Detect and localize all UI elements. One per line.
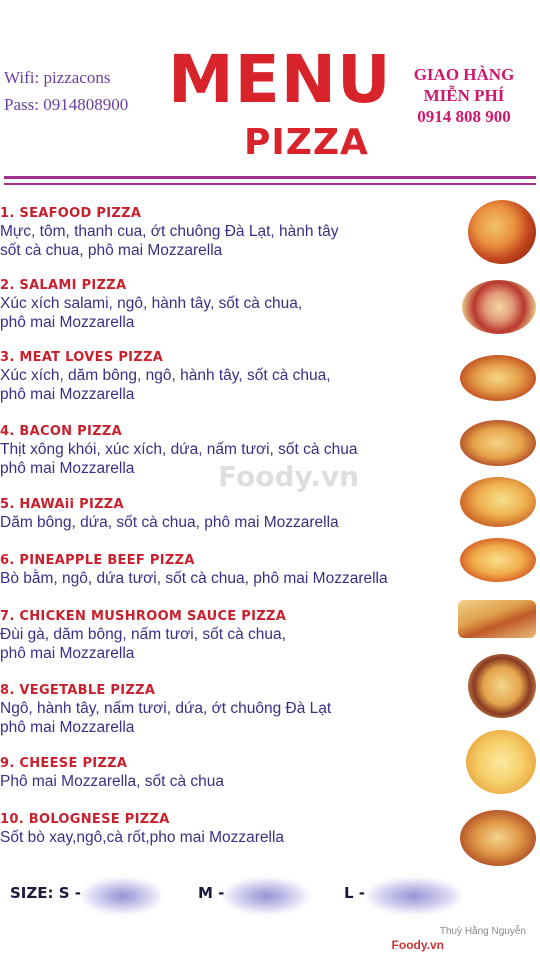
wifi-info: Wifi: pizzacons Pass: 0914808900: [4, 64, 128, 118]
size-s-label: SIZE: S -: [10, 884, 81, 902]
delivery-info: GIAO HÀNG MIỄN PHÍ 0914 808 900: [394, 64, 534, 127]
menu-item: 9. CHEESE PIZZA Phô mai Mozzarella, sốt …: [0, 756, 460, 791]
foody-logo: Foody.vn: [391, 938, 444, 952]
menu-item: 8. VEGETABLE PIZZA Ngô, hành tây, nấm tư…: [0, 683, 460, 737]
item-desc: Dăm bông, dứa, sốt cà chua, phô mai Mozz…: [0, 514, 339, 531]
wifi-name: Wifi: pizzacons: [4, 68, 111, 87]
item-desc: Bò bằm, ngô, dứa tươi, sốt cà chua, phô …: [0, 570, 388, 587]
delivery-line2: MIỄN PHÍ: [423, 86, 505, 105]
item-desc: phô mai Mozzarella: [0, 645, 135, 662]
item-name: 1. SEAFOOD PIZZA: [0, 206, 142, 221]
item-desc: phô mai Mozzarella: [0, 719, 135, 736]
menu-item: 5. HAWAii PIZZA Dăm bông, dứa, sốt cà ch…: [0, 497, 460, 532]
item-desc: Đùi gà, dăm bông, nấm tươi, sốt cà chua,: [0, 626, 286, 643]
item-name: 6. PINEAPPLE BEEF PIZZA: [0, 553, 195, 568]
menu-subtitle: PIZZA: [244, 122, 369, 163]
size-row: SIZE: S - M - L -: [10, 878, 530, 918]
chicken-mushroom-pizza-image: [458, 600, 536, 638]
item-desc: Ngô, hành tây, nấm tươi, dứa, ớt chuông …: [0, 700, 332, 717]
hawaii-pizza-image: [460, 477, 536, 527]
size-l-label: L -: [344, 884, 366, 902]
divider-bottom: [4, 183, 536, 185]
photo-credit: Thuỳ Hằng Nguyễn: [439, 926, 526, 937]
item-name: 5. HAWAii PIZZA: [0, 497, 124, 512]
menu-item: 6. PINEAPPLE BEEF PIZZA Bò bằm, ngô, dứa…: [0, 553, 460, 588]
item-name: 9. CHEESE PIZZA: [0, 756, 128, 771]
bolognese-pizza-image: [460, 810, 536, 866]
item-desc: Thịt xông khói, xúc xích, dứa, nấm tươi,…: [0, 441, 358, 458]
item-desc: Phô mai Mozzarella, sốt cà chua: [0, 773, 224, 790]
pineapple-beef-pizza-image: [460, 538, 536, 582]
size-s-price-blurred: [82, 878, 162, 914]
size-m-label: M -: [198, 884, 225, 902]
item-name: 3. MEAT LOVES PIZZA: [0, 350, 164, 365]
menu-item: 3. MEAT LOVES PIZZA Xúc xích, dăm bông, …: [0, 350, 460, 404]
bacon-pizza-image: [460, 420, 536, 466]
item-name: 8. VEGETABLE PIZZA: [0, 683, 156, 698]
menu-item: 1. SEAFOOD PIZZA Mực, tôm, thanh cua, ớt…: [0, 206, 460, 260]
wifi-pass: Pass: 0914808900: [4, 95, 129, 114]
delivery-line1: GIAO HÀNG: [413, 65, 515, 84]
size-l-price-blurred: [366, 878, 462, 914]
menu-item: 10. BOLOGNESE PIZZA Sốt bò xay,ngô,cà rố…: [0, 812, 460, 847]
item-name: 7. CHICKEN MUSHROOM SAUCE PIZZA: [0, 609, 287, 624]
menu-page: Wifi: pizzacons Pass: 0914808900 MENU PI…: [0, 0, 540, 960]
item-name: 2. SALAMI PIZZA: [0, 278, 127, 293]
divider-top: [4, 176, 536, 179]
item-desc: sốt cà chua, phô mai Mozzarella: [0, 242, 223, 259]
item-name: 10. BOLOGNESE PIZZA: [0, 812, 170, 827]
item-desc: Mực, tôm, thanh cua, ớt chuông Đà Lạt, h…: [0, 223, 339, 240]
cheese-pizza-image: [466, 730, 536, 794]
menu-title: MENU: [168, 41, 392, 118]
menu-item: 7. CHICKEN MUSHROOM SAUCE PIZZA Đùi gà, …: [0, 609, 460, 663]
size-m-price-blurred: [224, 878, 308, 914]
seafood-pizza-image: [468, 200, 536, 264]
foody-watermark: Foody.vn: [218, 460, 360, 493]
salami-pizza-image: [462, 280, 536, 334]
item-desc: Sốt bò xay,ngô,cà rốt,pho mai Mozzarella: [0, 829, 285, 846]
item-desc: Xúc xích salami, ngô, hành tây, sốt cà c…: [0, 295, 303, 312]
delivery-phone: 0914 808 900: [417, 107, 511, 126]
item-desc: Xúc xích, dăm bông, ngô, hành tây, sốt c…: [0, 367, 331, 384]
menu-item: 2. SALAMI PIZZA Xúc xích salami, ngô, hà…: [0, 278, 460, 332]
vegetable-pizza-image: [468, 654, 536, 718]
item-desc: phô mai Mozzarella: [0, 386, 135, 403]
item-name: 4. BACON PIZZA: [0, 424, 122, 439]
meat-loves-pizza-image: [460, 355, 536, 401]
item-desc: phô mai Mozzarella: [0, 314, 135, 331]
